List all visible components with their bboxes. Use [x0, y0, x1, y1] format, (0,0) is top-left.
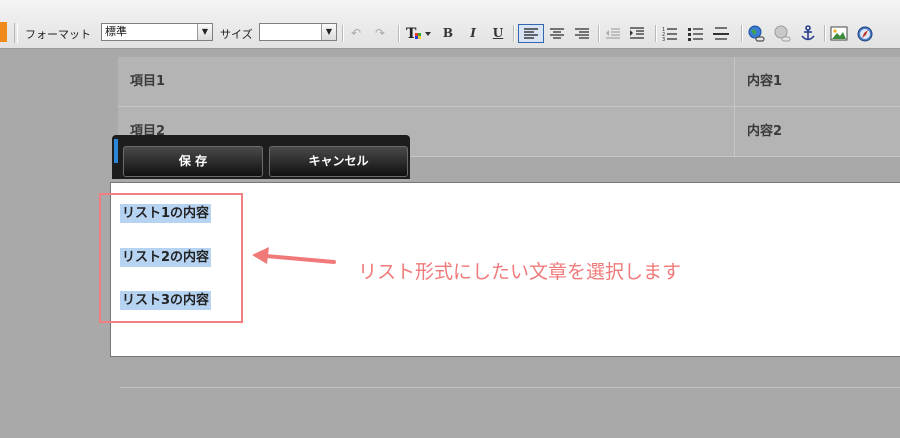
- toolbar-grip[interactable]: [14, 23, 18, 43]
- ordered-list-button[interactable]: 123: [660, 24, 680, 43]
- undo-button[interactable]: ↶: [346, 24, 366, 43]
- table-cell-content: 内容2: [747, 124, 783, 139]
- globe-link-icon: [748, 25, 765, 42]
- underline-icon: U: [492, 26, 504, 40]
- edit-actions-bar: 保 存 キャンセル: [112, 135, 410, 179]
- insert-image-button[interactable]: [829, 24, 849, 43]
- unlink-icon: [774, 25, 791, 42]
- align-left-icon: [524, 28, 538, 39]
- bullet-list-icon: [688, 28, 703, 41]
- outdent-button[interactable]: [603, 24, 623, 43]
- horizontal-rule-button[interactable]: [711, 24, 731, 43]
- insert-media-button[interactable]: [855, 24, 875, 43]
- toolbar-accent: [0, 22, 7, 42]
- horizontal-rule-icon: [713, 27, 729, 40]
- ordered-list-icon: 123: [662, 27, 677, 43]
- outdent-icon: [606, 28, 620, 39]
- bold-icon: B: [442, 26, 454, 40]
- compass-icon: [857, 26, 873, 42]
- anchor-icon: [801, 25, 815, 41]
- editor-toolbar: フォーマット 標準 ▼ サイズ ▼ ↶ ↷ T B I U 1 2 3: [0, 0, 900, 49]
- remove-link-button[interactable]: [772, 24, 792, 43]
- chevron-down-icon: ▼: [321, 24, 336, 40]
- text-color-button[interactable]: T: [403, 24, 433, 43]
- anchor-button[interactable]: [798, 24, 818, 43]
- underline-button[interactable]: U: [488, 24, 508, 43]
- undo-icon: ↶: [350, 26, 362, 40]
- align-center-button[interactable]: [547, 24, 567, 43]
- divider: [120, 387, 900, 388]
- redo-icon: ↷: [374, 26, 386, 40]
- align-right-button[interactable]: [572, 24, 592, 43]
- selection-highlight-box: [99, 193, 243, 323]
- insert-link-button[interactable]: [746, 24, 766, 43]
- text-color-icon: T: [406, 26, 431, 42]
- cancel-button[interactable]: キャンセル: [269, 146, 408, 177]
- format-select[interactable]: 標準 ▼: [101, 23, 213, 41]
- align-center-icon: [550, 28, 564, 39]
- italic-icon: I: [470, 26, 476, 40]
- table-cell-item: 項目1: [130, 74, 166, 89]
- svg-text:3: 3: [662, 37, 665, 43]
- redo-button[interactable]: ↷: [370, 24, 390, 43]
- align-left-button[interactable]: [518, 24, 544, 43]
- annotation-arrow-icon: [252, 247, 336, 264]
- indent-icon: [630, 27, 644, 39]
- bold-button[interactable]: B: [438, 24, 458, 43]
- indent-button[interactable]: [627, 24, 647, 43]
- size-label: サイズ: [220, 28, 253, 41]
- align-right-icon: [575, 28, 589, 39]
- italic-button[interactable]: I: [463, 24, 483, 43]
- chevron-down-icon: ▼: [197, 24, 212, 40]
- format-label: フォーマット: [25, 28, 91, 41]
- annotation-text: リスト形式にしたい文章を選択します: [358, 261, 682, 283]
- bullet-list-button[interactable]: [686, 24, 706, 43]
- size-select[interactable]: ▼: [259, 23, 337, 41]
- image-icon: [830, 26, 848, 41]
- table-row: 項目1 内容1: [118, 57, 900, 107]
- format-select-value: 標準: [105, 25, 127, 38]
- save-button[interactable]: 保 存: [123, 146, 263, 177]
- table-cell-content: 内容1: [747, 74, 783, 89]
